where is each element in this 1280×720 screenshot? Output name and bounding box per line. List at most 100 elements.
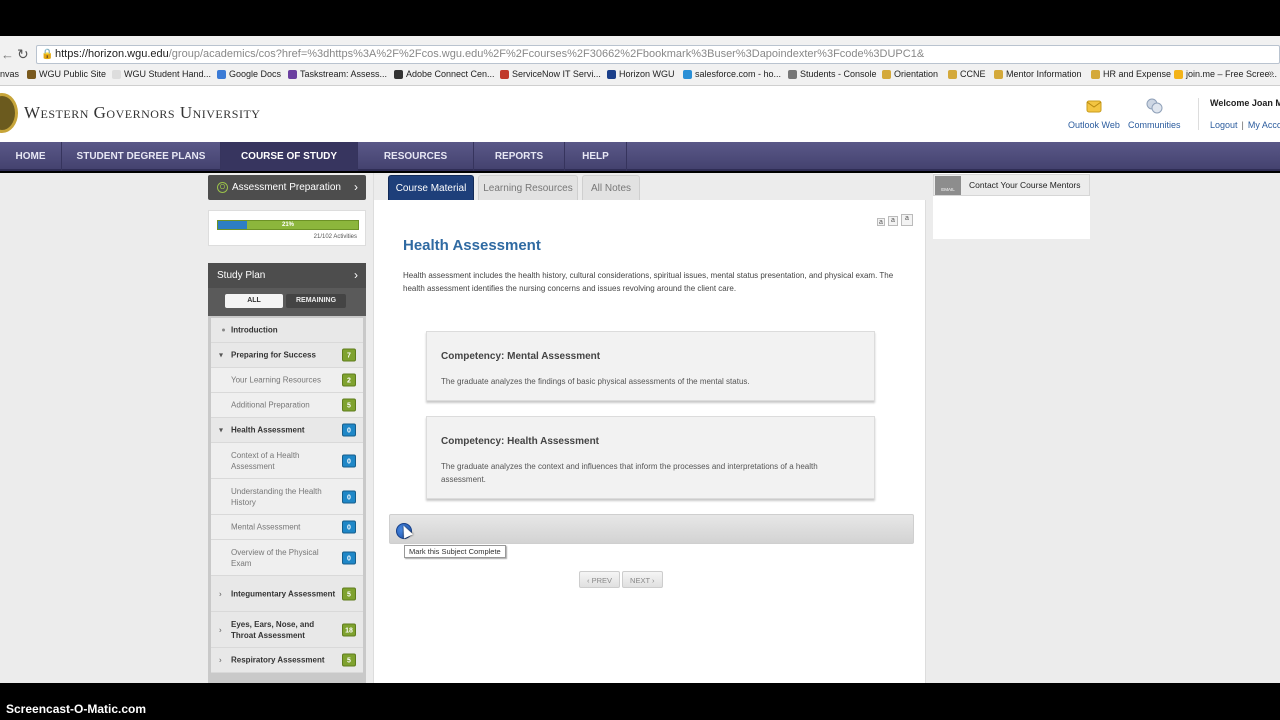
- font-medium-button[interactable]: a: [888, 216, 898, 226]
- site-logo-text[interactable]: Western Governors University: [24, 103, 260, 123]
- activity-count-badge: 0: [342, 423, 356, 437]
- bookmark-icon: [1174, 69, 1183, 79]
- bookmark-item[interactable]: nvas: [0, 69, 19, 79]
- study-plan-item-label: Additional Preparation: [231, 400, 310, 410]
- page-title: Health Assessment: [403, 237, 541, 254]
- nav-home[interactable]: HOME: [0, 142, 62, 171]
- bookmark-item[interactable]: ServiceNow IT Servi...: [500, 69, 601, 79]
- study-plan-item[interactable]: Introduction: [211, 318, 363, 343]
- study-plan-item[interactable]: Overview of the Physical Exam 0: [211, 540, 363, 576]
- activity-count-badge: 0: [342, 551, 356, 564]
- study-plan-item-label: Respiratory Assessment: [231, 655, 325, 665]
- bookmark-label: ServiceNow IT Servi...: [512, 69, 601, 79]
- study-plan-item[interactable]: Understanding the Health History 0: [211, 479, 363, 515]
- bookmark-item[interactable]: WGU Student Hand...: [112, 69, 211, 79]
- outlook-web-link[interactable]: Outlook Web: [1068, 96, 1120, 130]
- study-plan-item[interactable]: › Eyes, Ears, Nose, and Throat Assessment…: [211, 612, 363, 648]
- email-icon: EMAIL: [935, 176, 961, 195]
- competency-title: Competency: Mental Assessment: [441, 351, 601, 362]
- study-plan-item-label: Context of a Health Assessment: [231, 450, 300, 471]
- next-button[interactable]: NEXT ›: [622, 571, 663, 588]
- bookmark-icon: [500, 69, 509, 79]
- bookmark-item[interactable]: Google Docs: [217, 69, 281, 79]
- my-account-link[interactable]: My Acco: [1248, 120, 1280, 130]
- tab-learning-resources[interactable]: Learning Resources: [478, 175, 578, 200]
- study-plan-item[interactable]: Your Learning Resources 2: [211, 368, 363, 393]
- bookmark-label: Google Docs: [229, 69, 282, 79]
- bookmark-item[interactable]: Mentor Information: [994, 69, 1082, 79]
- study-plan-item-label: Your Learning Resources: [231, 375, 321, 385]
- study-plan-header[interactable]: Study Plan ›: [208, 263, 366, 288]
- bookmark-label: HR and Expense: [1103, 69, 1172, 79]
- bookmark-item[interactable]: CCNE: [948, 69, 986, 79]
- study-plan-item-label: Integumentary Assessment: [231, 589, 336, 598]
- competency-card: Competency: Mental Assessment The gradua…: [426, 331, 875, 401]
- activity-count-badge: 0: [342, 454, 356, 467]
- tab-all-notes[interactable]: All Notes: [582, 175, 640, 200]
- wgu-seal-logo[interactable]: [0, 93, 18, 133]
- study-plan-item-label: Overview of the Physical Exam: [231, 547, 319, 568]
- chevron-right-icon: ›: [649, 576, 655, 585]
- bookmark-label: join.me – Free Scree...: [1186, 69, 1278, 79]
- font-small-button[interactable]: a: [877, 218, 885, 226]
- nav-resources[interactable]: RESOURCES: [358, 142, 474, 171]
- bookmark-icon: [288, 69, 297, 79]
- logout-link[interactable]: Logout: [1210, 120, 1238, 130]
- chevron-right-icon: ›: [219, 589, 222, 598]
- bookmark-item[interactable]: salesforce.com - ho...: [683, 69, 781, 79]
- study-plan-item[interactable]: ▾ Preparing for Success 7: [211, 343, 363, 368]
- study-plan-item[interactable]: Additional Preparation 5: [211, 393, 363, 418]
- screencast-watermark: Screencast-O-Matic.com: [6, 702, 147, 716]
- communities-link[interactable]: Communities: [1128, 96, 1181, 130]
- bookmark-item[interactable]: Taskstream: Assess...: [288, 69, 387, 79]
- bookmark-label: WGU Student Hand...: [124, 69, 212, 79]
- welcome-text: Welcome Joan M: [1210, 98, 1280, 108]
- tab-course-material[interactable]: Course Material: [388, 175, 474, 200]
- bookmark-icon: [394, 69, 403, 79]
- assessment-preparation-label: Assessment Preparation: [232, 182, 341, 193]
- right-sidebar: EMAIL Contact Your Course Mentors: [933, 173, 1090, 239]
- study-plan-item-label: Eyes, Ears, Nose, and Throat Assessment: [231, 619, 315, 640]
- assessment-preparation-button[interactable]: O Assessment Preparation ›: [208, 175, 366, 200]
- study-plan-item[interactable]: Context of a Health Assessment 0: [211, 443, 363, 479]
- bookmark-icon: [27, 69, 36, 79]
- back-arrow-icon[interactable]: ←: [1, 47, 14, 62]
- address-bar[interactable]: 🔒 https://horizon.wgu.edu/group/academics…: [36, 45, 1280, 64]
- study-plan-item[interactable]: › Integumentary Assessment 5: [211, 576, 363, 612]
- nav-help[interactable]: HELP: [565, 142, 627, 171]
- competency-title: Competency: Health Assessment: [441, 436, 600, 447]
- activity-count-badge: 18: [342, 623, 356, 636]
- more-bookmarks-icon[interactable]: »: [1268, 68, 1274, 79]
- font-large-button[interactable]: a: [901, 214, 913, 226]
- reload-icon[interactable]: ↻: [17, 46, 29, 63]
- course-content: Course Material Learning Resources All N…: [373, 173, 927, 683]
- study-plan-item[interactable]: Mental Assessment 0: [211, 515, 363, 540]
- pager: ‹ PREV NEXT ›: [579, 571, 663, 588]
- bookmark-label: CCNE: [960, 69, 986, 79]
- communities-icon: [1146, 98, 1163, 114]
- filter-remaining-button[interactable]: REMAINING: [286, 294, 346, 308]
- bookmark-item[interactable]: join.me – Free Scree...: [1174, 69, 1277, 79]
- mark-complete-tooltip: Mark this Subject Complete: [404, 545, 506, 558]
- assessment-status-icon: O: [217, 182, 228, 193]
- site-header: Western Governors University Outlook Web…: [0, 86, 1280, 142]
- bookmark-item[interactable]: WGU Public Site: [27, 69, 106, 79]
- bookmark-item[interactable]: Students - Console: [788, 69, 877, 79]
- study-plan-item-label: Mental Assessment: [231, 522, 301, 532]
- bullet-icon: [222, 328, 225, 332]
- nav-student-degree-plans[interactable]: STUDENT DEGREE PLANS: [62, 142, 221, 171]
- prev-button[interactable]: ‹ PREV: [579, 571, 621, 588]
- bookmark-item[interactable]: Orientation: [882, 69, 938, 79]
- nav-reports[interactable]: REPORTS: [474, 142, 565, 171]
- bookmark-icon: [948, 69, 957, 79]
- study-plan-item[interactable]: ▾ Health Assessment 0: [211, 418, 363, 443]
- bookmark-item[interactable]: Adobe Connect Cen...: [394, 69, 495, 79]
- nav-course-of-study[interactable]: COURSE OF STUDY: [221, 142, 358, 171]
- chevron-down-icon: ▾: [219, 425, 224, 435]
- bookmark-item[interactable]: HR and Expense: [1091, 69, 1171, 79]
- filter-all-button[interactable]: ALL: [225, 294, 283, 308]
- page-description: Health assessment includes the health hi…: [403, 271, 894, 293]
- study-plan-item[interactable]: › Respiratory Assessment 5: [211, 648, 363, 673]
- bookmark-item[interactable]: Horizon WGU: [607, 69, 675, 79]
- contact-mentors-button[interactable]: EMAIL Contact Your Course Mentors: [933, 174, 1090, 196]
